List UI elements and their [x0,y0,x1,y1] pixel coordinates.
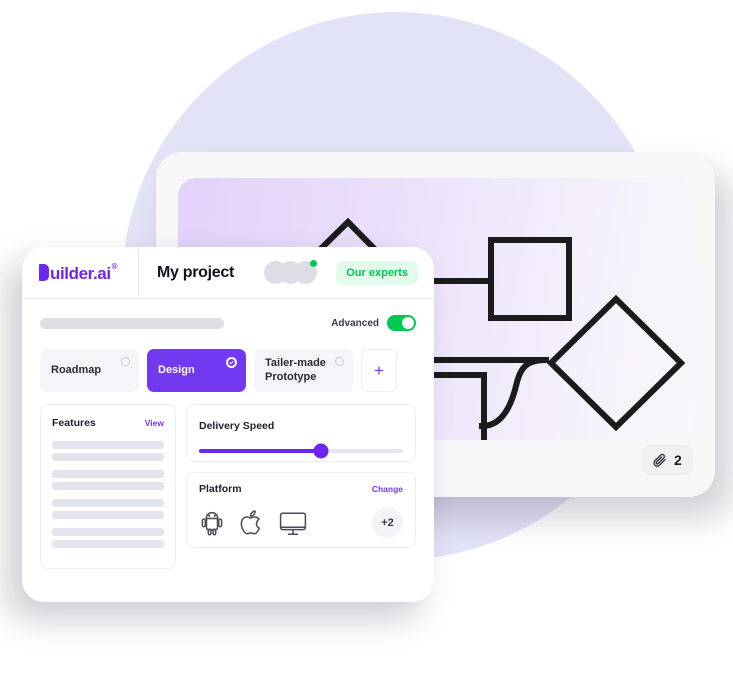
android-icon[interactable] [199,509,225,536]
skeleton-bar [52,540,164,548]
toggle-knob [402,317,414,329]
connector-curve [478,356,550,430]
platform-title: Platform [199,483,242,495]
page-title: My project [157,263,235,281]
skeleton-bar [52,528,164,536]
platform-more-badge[interactable]: +2 [372,507,403,538]
header-title-area: My project Our experts [139,247,434,298]
paperclip-icon [653,453,666,467]
advanced-toggle[interactable] [387,315,416,331]
toolbar-row: Advanced [40,315,416,331]
features-view-link[interactable]: View [145,418,164,428]
check-icon [228,359,235,366]
radio-unchecked-icon[interactable] [335,357,344,366]
skeleton-bar [52,470,164,478]
chip-tailer-made-prototype[interactable]: Tailer-made Prototype [254,349,353,392]
project-type-chips: Roadmap Design Tailer-made Prototype + [40,349,416,392]
platform-header: Platform Change [199,483,403,495]
skeleton-bar [52,482,164,490]
registered-mark: ® [111,262,118,271]
content-panels: Features View Delivery Speed Platform Ch… [40,404,416,569]
platform-icon-list: +2 [199,507,403,538]
skeleton-bar [52,441,164,449]
chip-label: Tailer-made Prototype [265,356,326,383]
builder-ai-logo: uilder.ai ® [39,262,118,283]
skeleton-bar [52,453,164,461]
skeleton-bar [52,511,164,519]
features-header: Features View [52,417,164,429]
panel-header: uilder.ai ® My project Our experts [22,247,434,299]
avatar-group[interactable] [264,260,318,284]
brand-logo[interactable]: uilder.ai ® [22,247,139,298]
radio-checked-icon[interactable] [226,357,237,368]
delivery-speed-title: Delivery Speed [199,420,275,432]
skeleton-group [52,499,164,519]
panel-body: Advanced Roadmap Design Tailer-made Prot… [22,299,434,569]
skeleton-group [52,441,164,461]
logo-wordmark: uilder.ai [50,264,111,283]
slider-thumb[interactable] [313,443,329,459]
delivery-speed-card: Delivery Speed [186,404,416,462]
project-panel: uilder.ai ® My project Our experts Advan… [22,247,434,602]
delivery-speed-slider[interactable] [199,443,403,459]
add-chip-button[interactable]: + [361,349,397,392]
radio-unchecked-icon[interactable] [121,357,130,366]
skeleton-bar [52,499,164,507]
platform-change-link[interactable]: Change [372,484,403,494]
features-title: Features [52,417,96,429]
right-column: Delivery Speed Platform Change +2 [186,404,416,569]
advanced-label: Advanced [331,317,379,329]
chip-design[interactable]: Design [147,349,246,392]
b-block-icon [39,264,49,281]
attachments-chip[interactable]: 2 [641,445,693,475]
search-input[interactable] [40,317,224,329]
online-status-dot [310,260,318,267]
chip-label: Roadmap [51,363,102,376]
skeleton-group [52,528,164,548]
desktop-icon[interactable] [278,509,308,537]
our-experts-badge[interactable]: Our experts [336,260,418,285]
apple-icon[interactable] [239,509,264,537]
advanced-toggle-group[interactable]: Advanced [331,315,416,331]
attachments-count: 2 [674,452,682,468]
shape-square-top [488,237,572,321]
features-card: Features View [40,404,176,569]
platform-card: Platform Change +2 [186,472,416,548]
skeleton-group [52,470,164,490]
slider-fill [199,449,322,453]
screenshot-stage: 2 uilder.ai ® My project Our experts Adv… [0,0,733,700]
chip-roadmap[interactable]: Roadmap [40,349,139,392]
chip-label: Design [158,363,195,376]
features-skeleton-list [52,441,164,548]
